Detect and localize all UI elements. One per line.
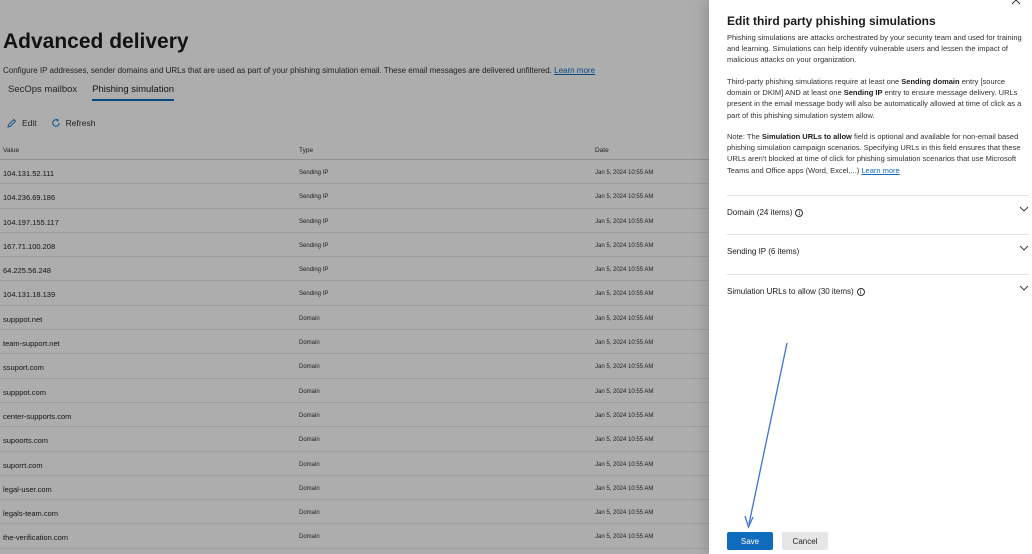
panel-requirements-text: Third-party phishing simulations require… [727,76,1027,121]
sending-ip-emphasis: Sending IP [843,88,883,98]
simulation-urls-section-toggle[interactable]: Simulation URLs to allow (30 items) i [727,274,1029,314]
panel-title: Edit third party phishing simulations [727,14,936,28]
sending-ip-section-label: Sending IP (6 items) [727,247,799,256]
sending-ip-section-toggle[interactable]: Sending IP (6 items) [727,234,1029,274]
text-fragment: Third-party phishing simulations require… [727,77,902,86]
info-icon[interactable]: i [856,287,865,296]
chevron-down-icon [1019,245,1029,251]
cancel-button[interactable]: Cancel [782,532,828,550]
panel-footer: Save Cancel [727,532,828,550]
domain-section-toggle[interactable]: Domain (24 items) i [727,195,1029,235]
section-label-text: Sending IP (6 items) [727,247,800,256]
simulation-urls-emphasis: Simulation URLs to allow [761,132,852,141]
simulation-urls-section-label: Simulation URLs to allow (30 items) i [727,287,865,296]
close-button[interactable] [1011,0,1021,8]
chevron-down-icon [1019,285,1029,291]
section-label-text: Domain (24 items) [727,208,793,217]
panel-intro-text: Phishing simulations are attacks orchest… [727,33,1022,65]
close-icon [1011,0,1021,5]
edit-phishing-simulations-panel: Edit third party phishing simulations Ph… [709,0,1032,554]
chevron-down-icon [1019,206,1029,212]
save-button[interactable]: Save [727,532,773,550]
text-fragment: Note: The [727,132,762,141]
info-icon[interactable]: i [795,208,804,217]
domain-section-label: Domain (24 items) i [727,208,804,217]
panel-learn-more-link[interactable]: Learn more [861,166,899,175]
panel-note-text: Note: The Simulation URLs to allow field… [727,131,1027,176]
modal-overlay[interactable] [0,0,709,554]
sending-domain-emphasis: Sending domain [901,77,960,86]
section-label-text: Simulation URLs to allow (30 items) [727,287,854,296]
